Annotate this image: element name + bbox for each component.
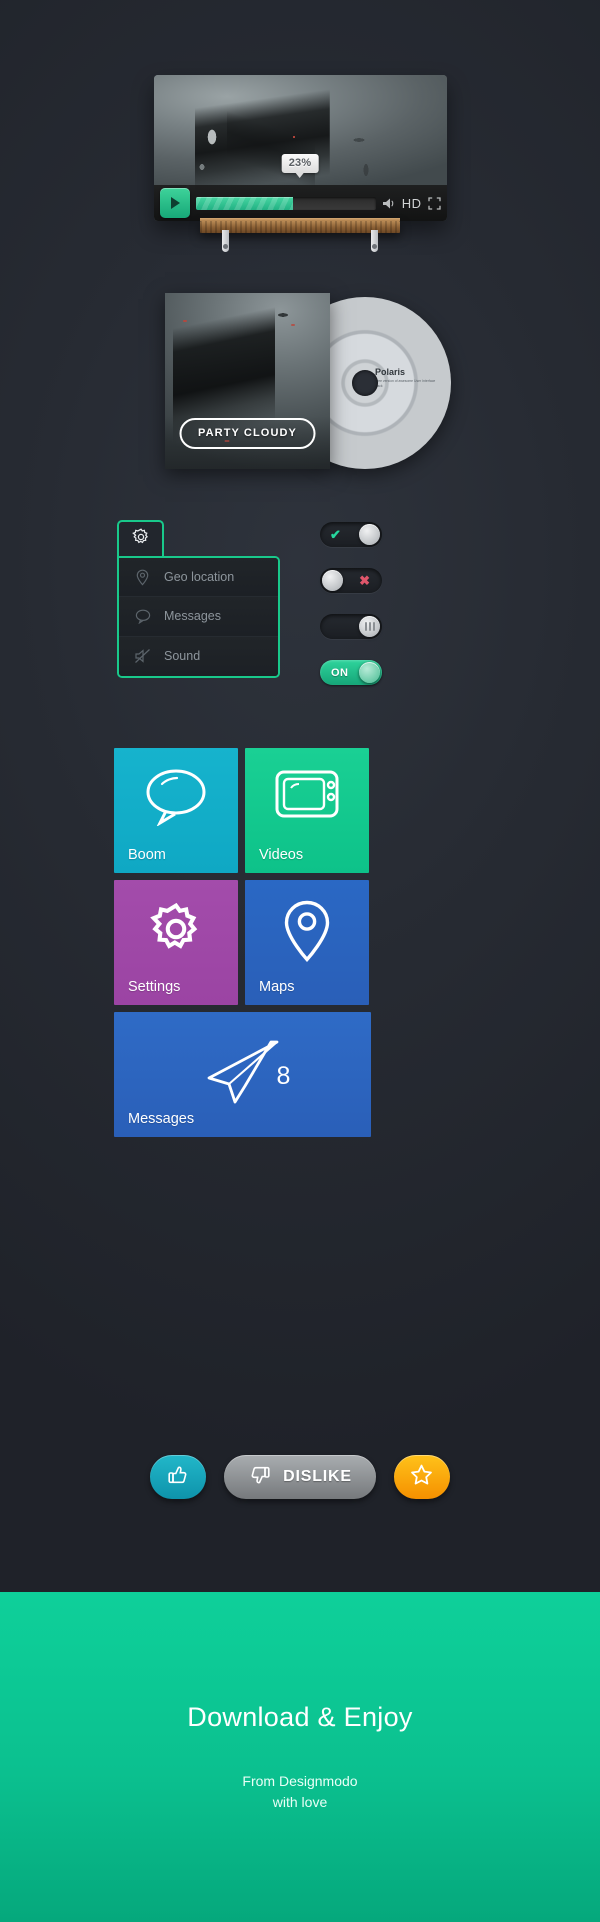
footer-line-1: From Designmodo bbox=[242, 1772, 358, 1789]
album-cover[interactable]: PARTY CLOUDY bbox=[165, 293, 330, 469]
tile-boom[interactable]: Boom bbox=[114, 748, 238, 873]
tile-maps[interactable]: Maps bbox=[245, 880, 369, 1005]
star-icon bbox=[409, 1463, 434, 1492]
cd-label-text: Polaris Free version of awesome User Int… bbox=[375, 367, 437, 389]
toggle-knob[interactable] bbox=[322, 570, 343, 591]
tile-row: 8 Messages bbox=[114, 1012, 372, 1137]
gear-icon bbox=[131, 527, 151, 552]
tile-label: Maps bbox=[259, 979, 295, 995]
video-player-section: 23% HD bbox=[0, 75, 600, 252]
grip-line bbox=[368, 622, 371, 631]
play-icon bbox=[171, 197, 180, 209]
action-buttons: DISLIKE bbox=[0, 1455, 600, 1499]
grip-line bbox=[372, 622, 375, 631]
cd-center-hole bbox=[352, 370, 378, 396]
toggle-on[interactable]: ON bbox=[320, 660, 382, 685]
toggle-on-label: ON bbox=[331, 666, 349, 679]
album-section: Polaris Free version of awesome User Int… bbox=[0, 293, 600, 473]
fullscreen-icon[interactable] bbox=[427, 196, 441, 210]
paper-plane-icon bbox=[114, 1038, 371, 1104]
tile-settings[interactable]: Settings bbox=[114, 880, 238, 1005]
toggle-knob[interactable] bbox=[359, 662, 380, 683]
tile-label: Messages bbox=[128, 1111, 195, 1127]
tile-label: Videos bbox=[259, 847, 304, 863]
tile-videos[interactable]: Videos bbox=[245, 748, 369, 873]
wooden-shelf bbox=[200, 218, 400, 252]
settings-section: Geo location Messages Sound ✔ ✖ ON bbox=[0, 520, 600, 710]
settings-tab-button[interactable] bbox=[117, 520, 164, 556]
progress-fill bbox=[195, 196, 293, 210]
footer-line-2: with love bbox=[272, 1793, 328, 1810]
menu-item-label: Sound bbox=[164, 649, 201, 664]
grip-line bbox=[364, 622, 367, 631]
location-pin-icon bbox=[134, 569, 151, 586]
check-icon: ✔ bbox=[330, 526, 341, 542]
tv-icon bbox=[245, 768, 369, 820]
chat-bubble-icon bbox=[134, 609, 151, 624]
tile-row: Boom Videos bbox=[114, 748, 372, 873]
footer-subtitle: From Designmodo with love bbox=[242, 1771, 357, 1813]
dislike-label: DISLIKE bbox=[283, 1468, 352, 1485]
settings-dropdown-menu: Geo location Messages Sound bbox=[117, 556, 280, 678]
cd-subtitle: Free version of awesome User Interface P… bbox=[375, 379, 436, 388]
progress-badge: 23% bbox=[281, 154, 319, 178]
favorite-button[interactable] bbox=[393, 1455, 450, 1499]
dislike-button[interactable]: DISLIKE bbox=[224, 1455, 376, 1499]
page-root: 23% HD Polaris Free version of awesome U… bbox=[0, 0, 600, 1922]
cross-icon: ✖ bbox=[359, 572, 370, 588]
tile-row: Settings Maps bbox=[114, 880, 372, 1005]
tile-label: Settings bbox=[128, 979, 181, 995]
footer-banner: Download & Enjoy From Designmodo with lo… bbox=[0, 1592, 600, 1922]
menu-item-geo-location[interactable]: Geo location bbox=[119, 558, 278, 598]
gear-icon bbox=[114, 900, 238, 958]
progress-track[interactable] bbox=[195, 196, 376, 210]
tile-messages[interactable]: 8 Messages bbox=[114, 1012, 371, 1137]
thumbs-up-icon bbox=[166, 1463, 190, 1492]
menu-item-sound[interactable]: Sound bbox=[119, 636, 278, 676]
video-player[interactable]: 23% HD bbox=[153, 75, 447, 221]
album-cover-button[interactable]: PARTY CLOUDY bbox=[179, 418, 316, 449]
volume-icon[interactable] bbox=[382, 197, 396, 210]
footer-title: Download & Enjoy bbox=[187, 1701, 413, 1732]
thumbs-down-icon bbox=[248, 1463, 272, 1492]
tile-label: Boom bbox=[128, 847, 166, 863]
toggle-grip[interactable] bbox=[320, 614, 382, 639]
menu-item-messages[interactable]: Messages bbox=[119, 597, 278, 637]
shelf-bracket-right bbox=[371, 230, 378, 252]
toggle-switch-group: ✔ ✖ ON bbox=[320, 522, 410, 706]
message-count-badge: 8 bbox=[276, 1062, 291, 1090]
play-button[interactable] bbox=[159, 188, 190, 218]
like-button[interactable] bbox=[150, 1455, 207, 1499]
toggle-knob-grip[interactable] bbox=[359, 616, 380, 637]
location-pin-icon bbox=[245, 900, 369, 962]
toggle-knob[interactable] bbox=[359, 524, 380, 545]
menu-item-label: Messages bbox=[164, 609, 221, 624]
shelf-top-edge bbox=[200, 218, 400, 221]
tile-grid: Boom Videos Settings Maps 8 Messages bbox=[114, 748, 372, 1144]
toggle-cross[interactable]: ✖ bbox=[320, 568, 382, 593]
cd-title: Polaris bbox=[375, 367, 406, 377]
sound-muted-icon bbox=[134, 648, 151, 664]
player-control-bar: HD bbox=[153, 185, 447, 221]
menu-item-label: Geo location bbox=[164, 570, 235, 585]
hd-label[interactable]: HD bbox=[402, 196, 422, 211]
chat-bubble-icon bbox=[114, 768, 238, 826]
toggle-check[interactable]: ✔ bbox=[320, 522, 382, 547]
shelf-bracket-left bbox=[222, 230, 229, 252]
